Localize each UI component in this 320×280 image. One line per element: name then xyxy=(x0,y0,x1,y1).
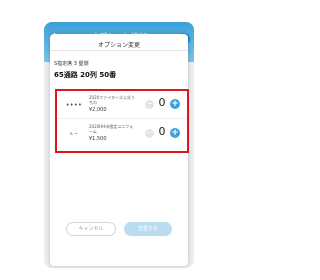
modal-divider xyxy=(50,50,188,51)
change-button[interactable]: 変更する xyxy=(124,222,172,236)
highlight-frame xyxy=(55,89,189,153)
modal-title: オプション変更 xyxy=(97,42,140,49)
seat-location: 65通路 20列 50番 xyxy=(54,71,117,79)
seat-section: S指定席 3 塁側 xyxy=(54,61,89,67)
cancel-button[interactable]: キャンセル xyxy=(66,222,116,236)
